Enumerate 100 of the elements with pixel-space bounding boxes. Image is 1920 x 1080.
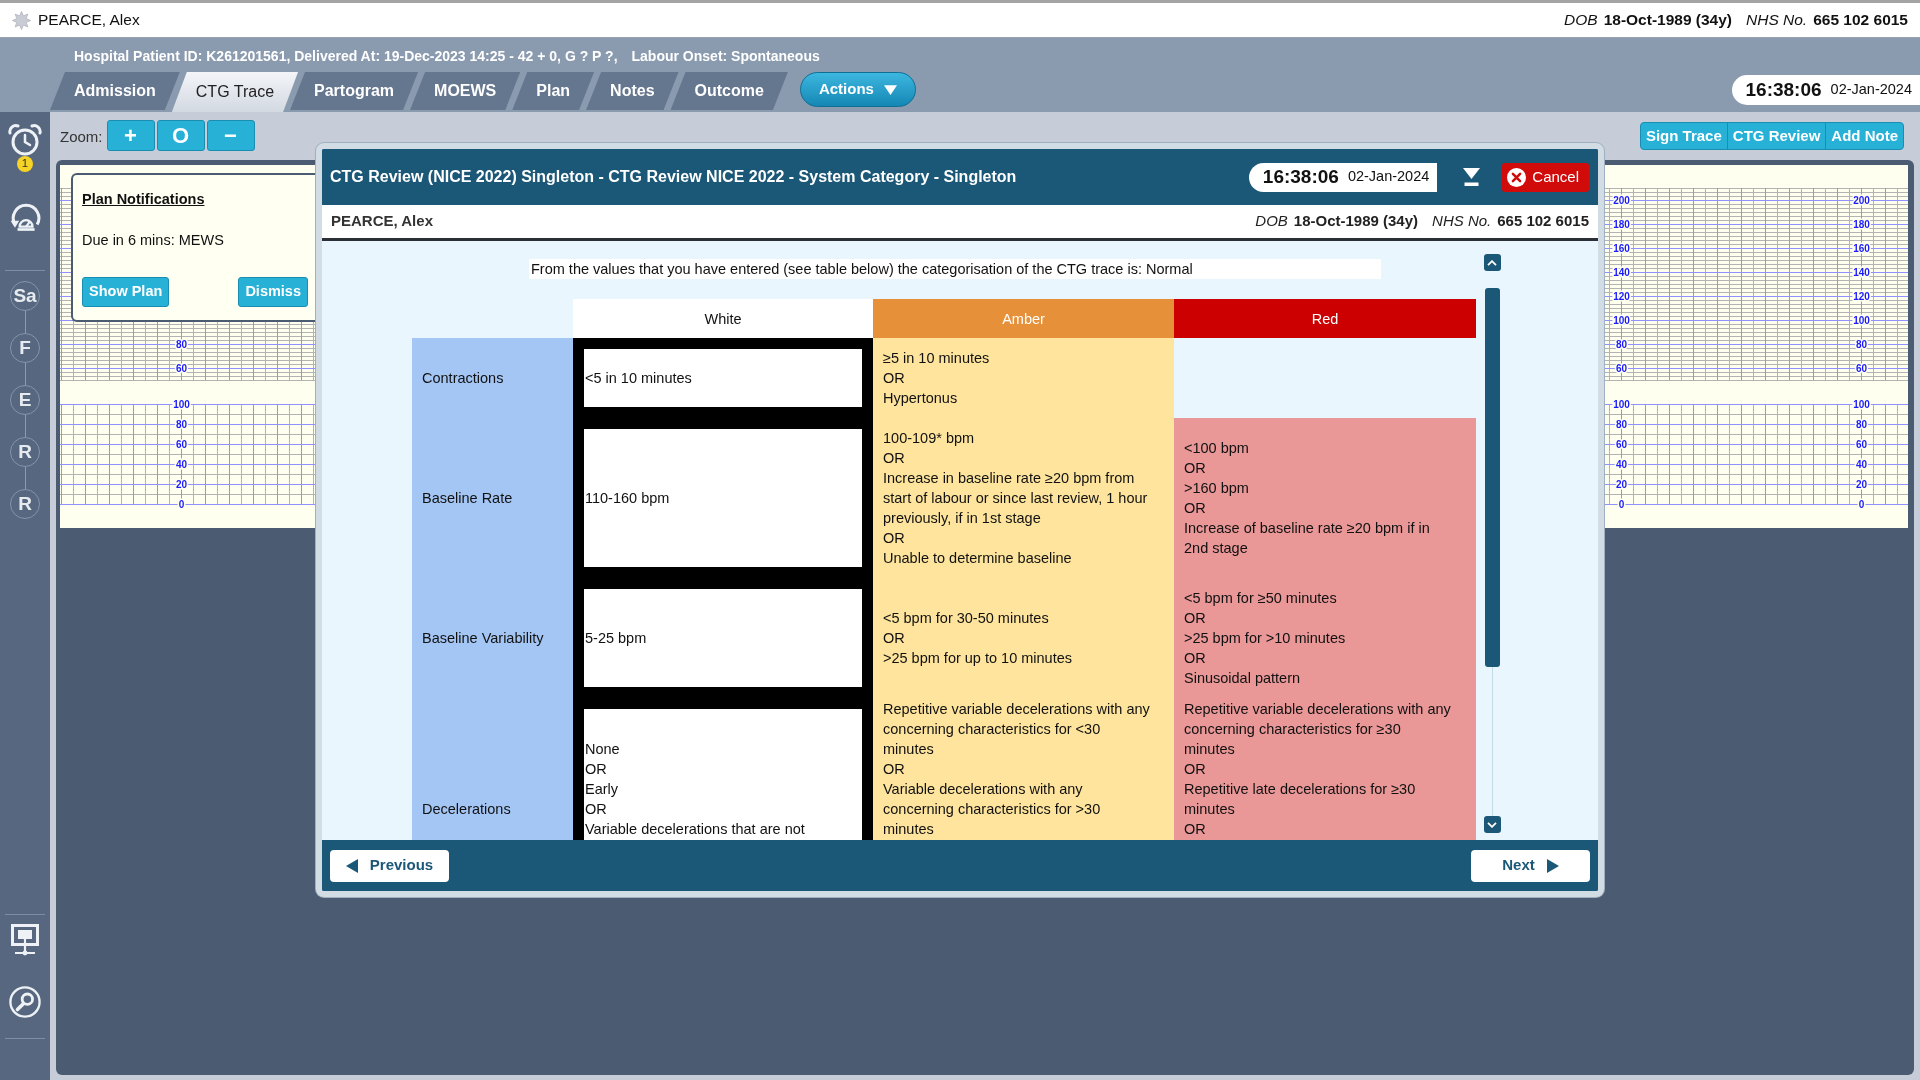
zoom-button[interactable]: −: [206, 120, 255, 151]
column-header: Red: [1174, 299, 1476, 338]
table-cell: Repetitive variable decelerations with any concerning characteristics for ≥30 minutes OR Repetitive late decelerations for ≥30 minutes OR: [1174, 698, 1476, 840]
axis-label: 40: [1855, 459, 1868, 470]
toolbar-button[interactable]: Sign Trace: [1639, 122, 1728, 150]
axis-label: 200: [1613, 195, 1630, 206]
toolbar-button[interactable]: Add Note: [1825, 122, 1904, 150]
axis-label: 40: [175, 459, 188, 470]
dob-label: DOB: [1255, 211, 1288, 232]
axis-label: 160: [1613, 243, 1630, 254]
left-triangle-icon: [345, 858, 358, 873]
axis-label: 160: [1853, 243, 1870, 254]
axis-label: 140: [1853, 267, 1870, 278]
scroll-down-button[interactable]: [1483, 816, 1501, 833]
chevron-up-icon: [1487, 259, 1497, 266]
axis-label: 60: [175, 439, 188, 450]
table-cell: 100-109* bpm OR Increase in baseline rate ≥20 bpm from start of labour or since last review, 1 hour previously, if in 1st stage OR Unable to determine baseline: [873, 418, 1174, 578]
axis-label: 100: [1853, 399, 1870, 410]
axis-label: 80: [175, 339, 188, 350]
timeline-connector: [24, 311, 26, 333]
notification-title: Plan Notifications: [82, 190, 205, 209]
tab[interactable]: MOEWS: [410, 72, 521, 110]
axis-label: 100: [1613, 315, 1630, 326]
row-label: Baseline Rate: [412, 418, 573, 578]
clock-date: 02-Jan-2024: [1830, 80, 1912, 100]
axis-label: 120: [1613, 291, 1630, 302]
table-cell: <5 bpm for ≥50 minutes OR >25 bpm for >10 minutes OR Sinusoidal pattern: [1174, 578, 1476, 698]
axis-label: 40: [1615, 459, 1628, 470]
scrollbar-thumb[interactable]: [1484, 288, 1500, 667]
axis-label: 100: [1853, 315, 1870, 326]
patient-info: Hospital Patient ID: K261201561, Delivered At: 19-Dec-2023 14:25 - 42 + 0, G ? P ?,: [74, 48, 618, 66]
labour-onset: Labour Onset: Spontaneous: [631, 48, 820, 66]
row-label: Baseline Variability: [412, 578, 573, 698]
timeline-connector: [24, 415, 26, 437]
axis-label: 80: [1855, 339, 1868, 350]
previous-button[interactable]: Previous: [330, 849, 449, 882]
nhs-label: NHS No.: [1432, 211, 1492, 232]
dob-value: 18-Oct-1989 (34y): [1603, 10, 1732, 31]
axis-label: 0: [178, 499, 185, 510]
nhs-number: 665 102 6015: [1813, 10, 1908, 31]
filter-icon[interactable]: [1463, 168, 1481, 186]
axis-label: 60: [1855, 363, 1868, 374]
categorisation-text: From the values that you have entered (see table below) the categorisation of the CTG trace is: Normal: [529, 259, 1381, 279]
axis-label: 80: [1855, 419, 1868, 430]
axis-label: 20: [1615, 479, 1628, 490]
table-cell: ≥5 in 10 minutes OR Hypertonus: [873, 338, 1174, 418]
actions-button[interactable]: Actions: [799, 72, 916, 107]
star-icon: [12, 10, 31, 30]
tab[interactable]: Plan: [512, 72, 595, 110]
clock-time: 16:38:06: [1262, 164, 1339, 189]
table-cell: 110-160 bpm: [573, 418, 873, 578]
tab[interactable]: CTG Trace: [171, 72, 299, 112]
tab[interactable]: Partogram: [290, 72, 419, 110]
tab[interactable]: Outcome: [670, 72, 788, 110]
table-cell: <5 bpm for 30-50 minutes OR >25 bpm for up to 10 minutes: [873, 578, 1174, 698]
axis-label: 180: [1613, 219, 1630, 230]
axis-label: 120: [1853, 291, 1870, 302]
axis-label: 20: [1855, 479, 1868, 490]
right-triangle-icon: [1546, 858, 1559, 873]
dialog-title: CTG Review (NICE 2022) Singleton - CTG Review NICE 2022 - System Category - Singleton: [330, 167, 1017, 187]
tab[interactable]: Admission: [50, 72, 180, 110]
timeline-connector: [24, 363, 26, 385]
axis-label: 0: [1858, 499, 1865, 510]
history-icon[interactable]: [9, 203, 41, 232]
row-label: Contractions: [412, 338, 573, 418]
notification-badge: 1: [17, 156, 33, 172]
axis-label: 60: [1855, 439, 1868, 450]
axis-label: 80: [1615, 339, 1628, 350]
tab[interactable]: Notes: [586, 72, 679, 110]
alarm-clock-icon[interactable]: [8, 124, 42, 156]
nhs-label: NHS No.: [1746, 10, 1808, 31]
cancel-button[interactable]: Cancel: [1502, 162, 1589, 192]
clock-date: 02-Jan-2024: [1347, 167, 1430, 187]
axis-label: 180: [1853, 219, 1870, 230]
dob-value: 18-Oct-1989 (34y): [1293, 211, 1419, 232]
toolbar-button[interactable]: CTG Review: [1726, 122, 1827, 150]
zoom-button[interactable]: O: [156, 120, 205, 151]
axis-label: 100: [1613, 399, 1630, 410]
caret-icon: [883, 84, 897, 95]
monitor-icon[interactable]: [9, 923, 41, 956]
column-header: Amber: [873, 299, 1174, 338]
axis-label: 80: [1615, 419, 1628, 430]
dob-label: DOB: [1564, 10, 1598, 31]
table-cell: <5 in 10 minutes: [573, 338, 873, 418]
axis-label: 20: [175, 479, 188, 490]
notification-button[interactable]: Dismiss: [238, 277, 308, 307]
row-label: Decelerations: [412, 698, 573, 840]
clock-time: 16:38:06: [1745, 77, 1822, 102]
zoom-label: Zoom:: [60, 127, 103, 147]
search-icon[interactable]: [9, 986, 41, 1018]
axis-label: 100: [173, 399, 190, 410]
notification-button[interactable]: Show Plan: [82, 277, 170, 307]
axis-label: 140: [1613, 267, 1630, 278]
zoom-button[interactable]: +: [106, 120, 155, 151]
next-button[interactable]: Next: [1471, 849, 1590, 882]
notification-message: Due in 6 mins: MEWS: [82, 231, 225, 249]
table-cell: None OR Early OR Variable decelerations that are not: [573, 698, 873, 840]
scroll-up-button[interactable]: [1483, 254, 1501, 271]
patient-name: PEARCE, Alex: [331, 211, 433, 232]
column-header: White: [573, 299, 873, 338]
